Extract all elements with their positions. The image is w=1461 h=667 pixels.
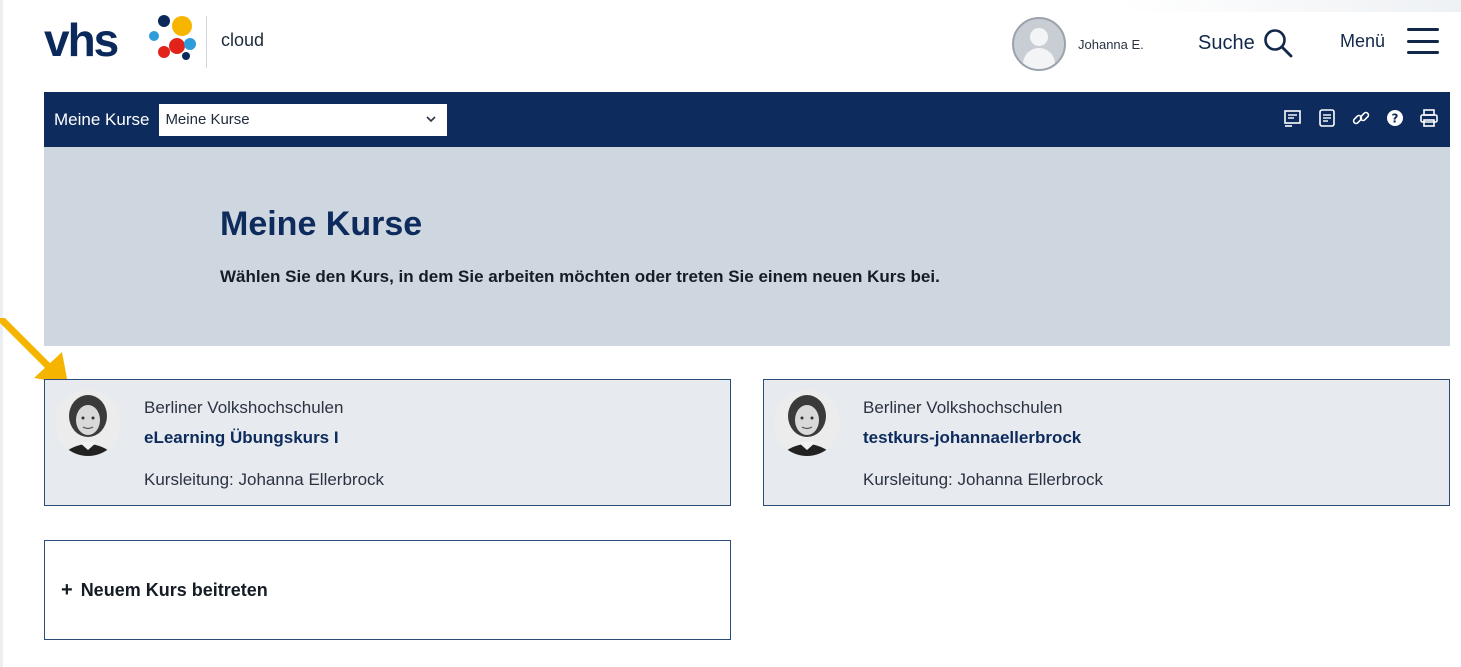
feed-icon[interactable] [1282,107,1304,129]
page-hero: Meine Kurse Wählen Sie den Kurs, in dem … [44,147,1450,346]
course-title-link[interactable]: testkurs-johannaellerbrock [863,428,1081,448]
user-profile[interactable]: Johanna E. [1012,16,1144,72]
logo-separator [206,16,207,68]
avatar-body-icon [1023,48,1055,69]
search-button[interactable]: Suche [1198,28,1293,58]
navbar-label: Meine Kurse [54,109,150,129]
page-subtitle: Wählen Sie den Kurs, in dem Sie arbeiten… [220,267,940,286]
menu-label: Menü [1340,30,1386,51]
annotation-arrow-icon [0,318,68,384]
search-icon [1263,29,1293,58]
vhs-logo[interactable]: vhs [44,10,204,70]
navbar-toolbar: ? [1282,107,1440,129]
user-name[interactable]: Johanna E. [1078,37,1144,52]
instructor-photo [55,390,121,456]
chevron-down-icon [426,115,437,122]
svg-text:?: ? [1392,112,1399,126]
course-organization: Berliner Volkshochschulen [144,398,344,417]
logo-text: vhs [44,14,119,66]
site-header: vhs cloud Johanna E. Suche Menü [0,0,1461,92]
logo-dots-icon [149,15,196,60]
course-title-link[interactable]: eLearning Übungskurs I [144,428,339,448]
menu-button[interactable]: Menü [1340,28,1440,54]
instructor-photo [774,390,840,456]
course-navbar: Meine Kurse Meine Kurse ? [44,92,1450,147]
course-select-value: Meine Kurse [165,111,250,128]
notes-icon[interactable] [1316,107,1338,129]
course-teacher: Kursleitung: Johanna Ellerbrock [863,470,1104,489]
help-icon[interactable]: ? [1384,107,1406,129]
avatar-head-icon [1030,28,1048,46]
link-icon[interactable] [1350,107,1372,129]
search-label: Suche [1198,31,1255,54]
page-title: Meine Kurse [220,205,423,243]
hamburger-icon [1407,28,1440,54]
course-card[interactable]: Berliner Volkshochschulen eLearning Übun… [44,379,731,506]
product-label: cloud [221,30,265,50]
print-icon[interactable] [1418,107,1440,129]
plus-icon: + [61,578,73,601]
course-organization: Berliner Volkshochschulen [863,398,1063,417]
join-course-label: Neuem Kurs beitreten [80,579,268,600]
course-select[interactable]: Meine Kurse [159,103,448,136]
join-course-button[interactable]: + Neuem Kurs beitreten [44,540,731,640]
avatar[interactable] [1012,17,1066,71]
course-teacher: Kursleitung: Johanna Ellerbrock [144,470,385,489]
course-card[interactable]: Berliner Volkshochschulen testkurs-johan… [763,379,1450,506]
